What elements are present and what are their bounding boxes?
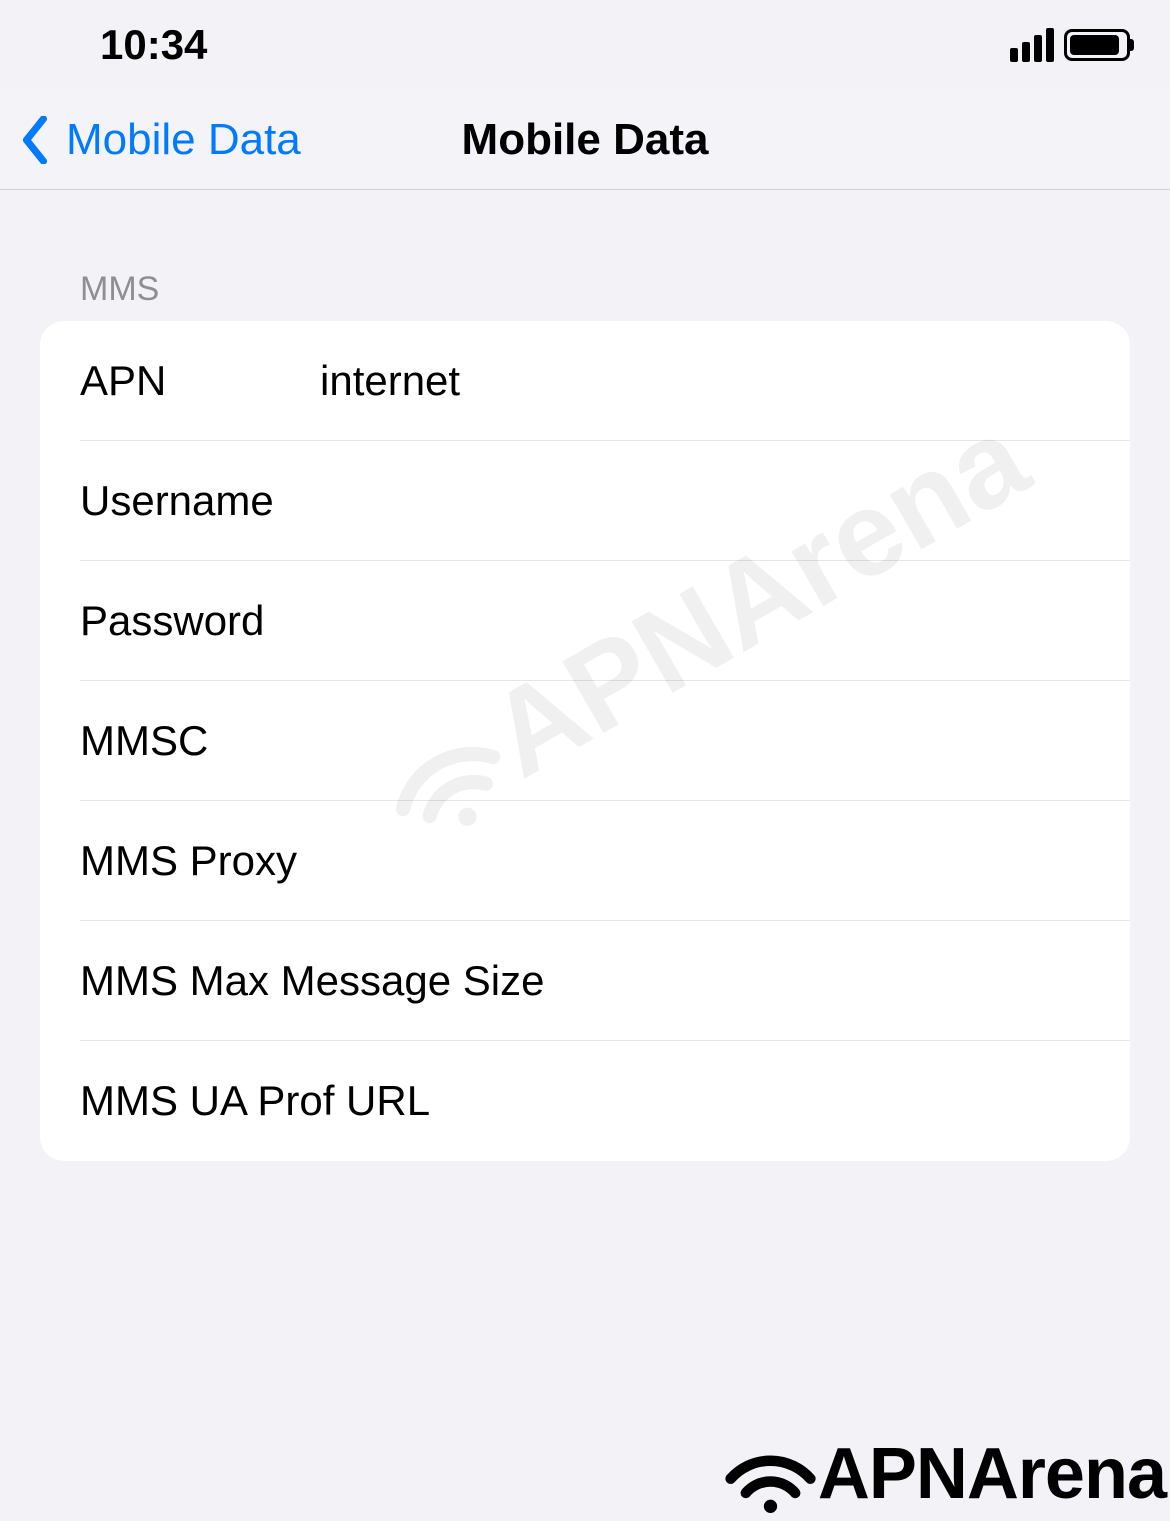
- mms-proxy-row[interactable]: MMS Proxy: [40, 801, 1130, 921]
- chevron-left-icon: [20, 116, 50, 164]
- brand-logo: APNArena: [723, 1433, 1166, 1515]
- mms-ua-prof-input[interactable]: [430, 1077, 1090, 1125]
- password-label: Password: [80, 597, 320, 645]
- back-button[interactable]: Mobile Data: [0, 115, 301, 165]
- cellular-signal-icon: [1010, 28, 1054, 62]
- username-row[interactable]: Username: [40, 441, 1130, 561]
- password-input[interactable]: [320, 597, 1090, 645]
- status-indicators: [1010, 28, 1130, 62]
- back-label: Mobile Data: [66, 115, 301, 165]
- username-input[interactable]: [320, 477, 1090, 525]
- battery-icon: [1064, 29, 1130, 61]
- wifi-icon: [723, 1434, 818, 1514]
- apn-input[interactable]: [320, 357, 1090, 405]
- status-bar: 10:34: [0, 0, 1170, 90]
- mmsc-label: MMSC: [80, 717, 320, 765]
- apn-label: APN: [80, 357, 320, 405]
- mms-max-size-label: MMS Max Message Size: [80, 957, 544, 1005]
- username-label: Username: [80, 477, 320, 525]
- password-row[interactable]: Password: [40, 561, 1130, 681]
- navigation-bar: Mobile Data Mobile Data: [0, 90, 1170, 190]
- mms-ua-prof-label: MMS UA Prof URL: [80, 1077, 430, 1125]
- mms-max-size-row[interactable]: MMS Max Message Size: [40, 921, 1130, 1041]
- mms-ua-prof-row[interactable]: MMS UA Prof URL: [40, 1041, 1130, 1161]
- mmsc-row[interactable]: MMSC: [40, 681, 1130, 801]
- mms-proxy-label: MMS Proxy: [80, 837, 297, 885]
- mms-settings-group: APN Username Password MMSC MMS Proxy MMS…: [40, 321, 1130, 1161]
- apn-row[interactable]: APN: [40, 321, 1130, 441]
- page-title: Mobile Data: [462, 115, 709, 165]
- mms-proxy-input[interactable]: [297, 837, 1090, 885]
- mms-max-size-input[interactable]: [544, 957, 1090, 1005]
- brand-text: APNArena: [818, 1433, 1166, 1515]
- status-time: 10:34: [100, 21, 207, 69]
- content: MMS APN Username Password MMSC MMS Proxy…: [0, 190, 1170, 1161]
- section-header-mms: MMS: [40, 190, 1130, 321]
- mmsc-input[interactable]: [320, 717, 1090, 765]
